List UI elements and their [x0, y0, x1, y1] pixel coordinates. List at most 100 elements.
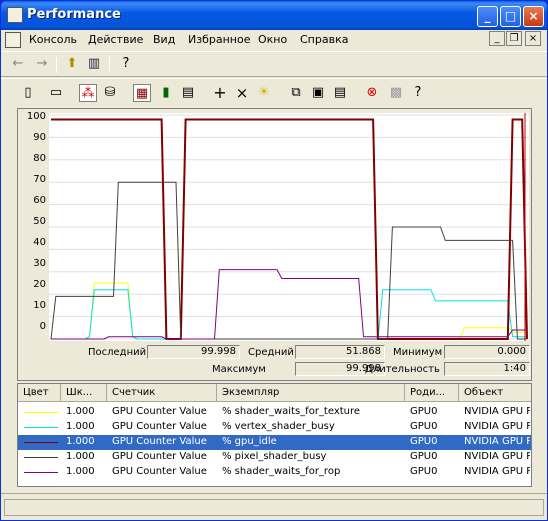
- maximum-label: Максимум: [212, 364, 266, 375]
- y-tick-label: 100: [26, 111, 46, 122]
- column-instance[interactable]: Экземпляр: [222, 387, 279, 398]
- legend-cell-counter: GPU Counter Value: [112, 406, 207, 417]
- minimize-button[interactable]: _: [477, 6, 498, 27]
- legend-cell-instance: % shader_waits_for_rop: [222, 466, 341, 477]
- y-tick-label: 0: [39, 321, 46, 332]
- performance-graph[interactable]: [49, 113, 529, 341]
- legend-cell-parent: GPU0: [410, 421, 438, 432]
- menu-view[interactable]: Вид: [153, 33, 175, 46]
- maximize-button[interactable]: □: [500, 6, 521, 27]
- series-line: [51, 269, 527, 340]
- mdi-minimize-button[interactable]: _: [489, 31, 505, 46]
- up-folder-icon[interactable]: ⬆: [63, 55, 81, 73]
- delete-icon[interactable]: ×: [233, 84, 251, 102]
- y-tick-label: 70: [33, 174, 46, 185]
- update-data-icon[interactable]: ▩: [387, 84, 405, 102]
- legend-cell-instance: % vertex_shader_busy: [222, 421, 335, 432]
- graph-pane: 100 90 80 70 60 50 40 30 20 10 0 Последн…: [17, 108, 532, 381]
- mdi-close-button[interactable]: ×: [525, 31, 541, 46]
- menu-bar: Консоль Действие Вид Избранное Окно Спра…: [1, 30, 547, 50]
- column-divider[interactable]: [458, 384, 459, 401]
- column-divider[interactable]: [404, 384, 405, 401]
- menu-console[interactable]: Консоль: [29, 33, 77, 46]
- new-counter-set-icon[interactable]: ▯: [19, 84, 37, 102]
- legend-row[interactable]: 1.000 GPU Counter Value % vertex_shader_bu…: [18, 420, 531, 435]
- mdi-restore-button[interactable]: ❐: [506, 31, 522, 46]
- counter-legend: Цвет Шк... Счетчик Экземпляр Роди... Объ…: [17, 383, 532, 487]
- column-scale[interactable]: Шк...: [66, 387, 92, 398]
- y-tick-label: 30: [33, 258, 46, 269]
- last-value: 99.998: [147, 345, 240, 359]
- column-object[interactable]: Объект: [464, 387, 503, 398]
- column-parent[interactable]: Роди...: [410, 387, 445, 398]
- legend-color-swatch: [24, 457, 58, 458]
- help-icon[interactable]: ?: [409, 84, 427, 102]
- help-icon[interactable]: ?: [117, 55, 135, 73]
- console-icon[interactable]: [5, 32, 21, 48]
- y-tick-label: 90: [33, 132, 46, 143]
- view-current-activity-icon[interactable]: ⁂: [79, 84, 97, 102]
- duration-label: Длительность: [365, 364, 440, 375]
- view-log-data-icon[interactable]: ⛁: [101, 84, 119, 102]
- menu-window[interactable]: Окно: [258, 33, 287, 46]
- legend-color-swatch: [24, 412, 58, 413]
- copy-properties-icon[interactable]: ⧉: [287, 84, 305, 102]
- y-tick-label: 80: [33, 153, 46, 164]
- legend-cell-instance: % shader_waits_for_texture: [222, 406, 361, 417]
- legend-color-swatch: [24, 427, 58, 428]
- navigation-toolbar: ← → ⬆ ▥ ?: [1, 51, 547, 77]
- minimum-label: Минимум: [393, 347, 443, 358]
- back-arrow-icon[interactable]: ←: [9, 55, 27, 73]
- column-divider[interactable]: [60, 384, 61, 401]
- menu-help[interactable]: Справка: [300, 33, 348, 46]
- legend-color-swatch: [24, 442, 58, 443]
- menu-favorites[interactable]: Избранное: [188, 33, 250, 46]
- legend-cell-object: NVIDIA GPU P...: [464, 451, 530, 462]
- freeze-display-icon[interactable]: ⊗: [363, 84, 381, 102]
- legend-cell-parent: GPU0: [410, 466, 438, 477]
- view-graph-icon[interactable]: ▦: [133, 84, 151, 102]
- legend-cell-scale: 1.000: [66, 421, 95, 432]
- properties-icon[interactable]: ▤: [331, 84, 349, 102]
- legend-cell-parent: GPU0: [410, 406, 438, 417]
- highlight-icon[interactable]: ☀: [255, 84, 273, 102]
- column-color[interactable]: Цвет: [23, 387, 49, 398]
- paste-counter-list-icon[interactable]: ▣: [309, 84, 327, 102]
- column-counter[interactable]: Счетчик: [112, 387, 155, 398]
- y-tick-label: 20: [33, 279, 46, 290]
- view-report-icon[interactable]: ▤: [179, 84, 197, 102]
- performance-app-icon: [7, 7, 23, 23]
- forward-arrow-icon[interactable]: →: [33, 55, 51, 73]
- column-divider[interactable]: [106, 384, 107, 401]
- y-tick-label: 40: [33, 237, 46, 248]
- legend-cell-counter: GPU Counter Value: [112, 436, 207, 447]
- legend-row[interactable]: 1.000 GPU Counter Value % gpu_idle GPU0 NVID…: [18, 435, 531, 450]
- series-line: [50, 181, 527, 340]
- legend-cell-parent: GPU0: [410, 436, 438, 447]
- column-divider[interactable]: [216, 384, 217, 401]
- view-histogram-icon[interactable]: ▮: [157, 84, 175, 102]
- clear-display-icon[interactable]: ▭: [47, 84, 65, 102]
- title-bar[interactable]: Performance _ □ ×: [1, 1, 547, 30]
- legend-row[interactable]: 1.000 GPU Counter Value % pixel_shader_bus…: [18, 450, 531, 465]
- menu-action[interactable]: Действие: [88, 33, 143, 46]
- legend-cell-scale: 1.000: [66, 406, 95, 417]
- y-tick-label: 50: [33, 216, 46, 227]
- average-value: 51.868: [295, 345, 385, 359]
- status-bar: [1, 493, 547, 519]
- y-tick-label: 60: [33, 195, 46, 206]
- legend-cell-object: NVIDIA GPU P...: [464, 436, 530, 447]
- series-line: [51, 118, 528, 340]
- add-icon[interactable]: +: [211, 84, 229, 102]
- legend-cell-counter: GPU Counter Value: [112, 421, 207, 432]
- y-tick-label: 10: [33, 300, 46, 311]
- series-line: [51, 289, 527, 340]
- toolbar-separator: [109, 57, 110, 73]
- legend-cell-object: NVIDIA GPU P...: [464, 406, 530, 417]
- legend-row[interactable]: 1.000 GPU Counter Value % shader_waits_for…: [18, 465, 531, 480]
- close-button[interactable]: ×: [523, 6, 544, 27]
- legend-row[interactable]: 1.000 GPU Counter Value % shader_waits_for…: [18, 405, 531, 420]
- minimum-value: 0.000: [444, 345, 530, 359]
- show-hide-tree-icon[interactable]: ▥: [85, 55, 103, 73]
- legend-cell-instance: % gpu_idle: [222, 436, 277, 447]
